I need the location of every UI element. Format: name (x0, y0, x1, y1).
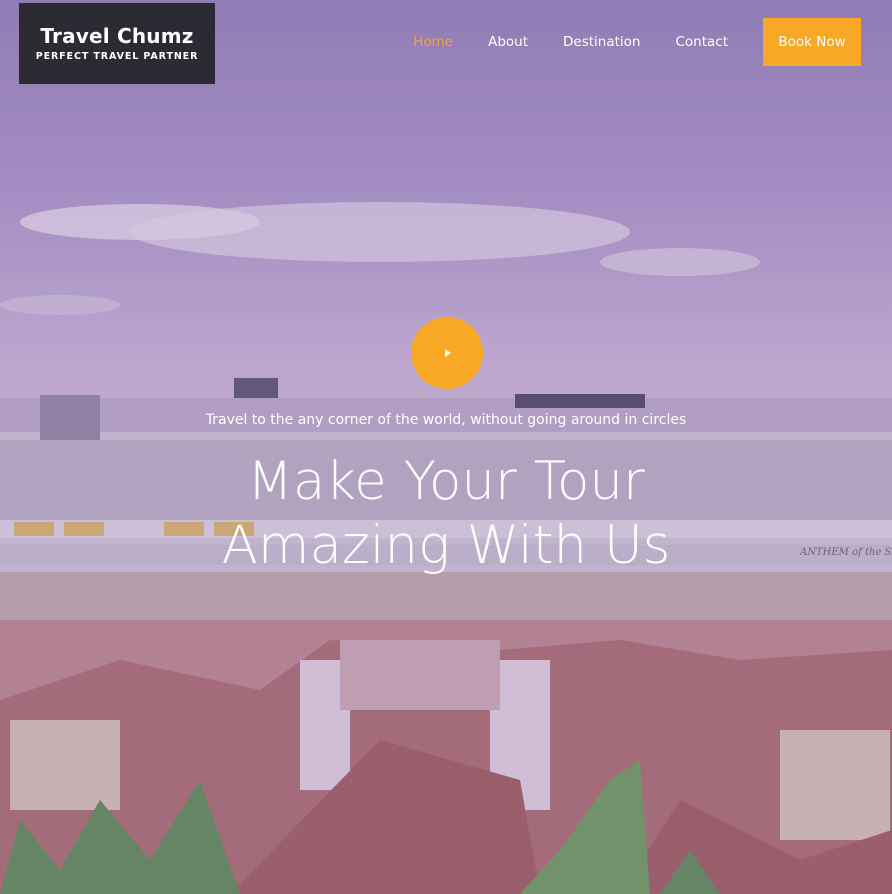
brand-tagline: PERFECT TRAVEL PARTNER (35, 51, 199, 62)
brand-logo[interactable]: Travel Chumz PERFECT TRAVEL PARTNER (19, 3, 215, 84)
book-now-button[interactable]: Book Now (763, 18, 861, 66)
hero-subtitle: Travel to the any corner of the world, w… (205, 412, 687, 428)
hero-headline-line1: Make Your Tour (247, 451, 645, 512)
hero-headline-line2: Amazing With Us (221, 515, 671, 576)
play-icon (445, 349, 451, 357)
play-video-button[interactable] (411, 317, 483, 389)
main-nav: Home About Destination Contact Book Now (413, 18, 861, 66)
hero-headline: Make Your Tour Amazing With Us (0, 450, 892, 578)
nav-item-about[interactable]: About (488, 34, 528, 50)
brand-name: Travel Chumz (40, 24, 194, 48)
nav-item-home[interactable]: Home (413, 34, 453, 50)
hero-background (0, 0, 892, 894)
nav-item-destination[interactable]: Destination (563, 34, 640, 50)
nav-item-contact[interactable]: Contact (675, 34, 728, 50)
ship-name-text: ANTHEM of the SEAS (800, 547, 892, 558)
hero-overlay (0, 0, 892, 894)
